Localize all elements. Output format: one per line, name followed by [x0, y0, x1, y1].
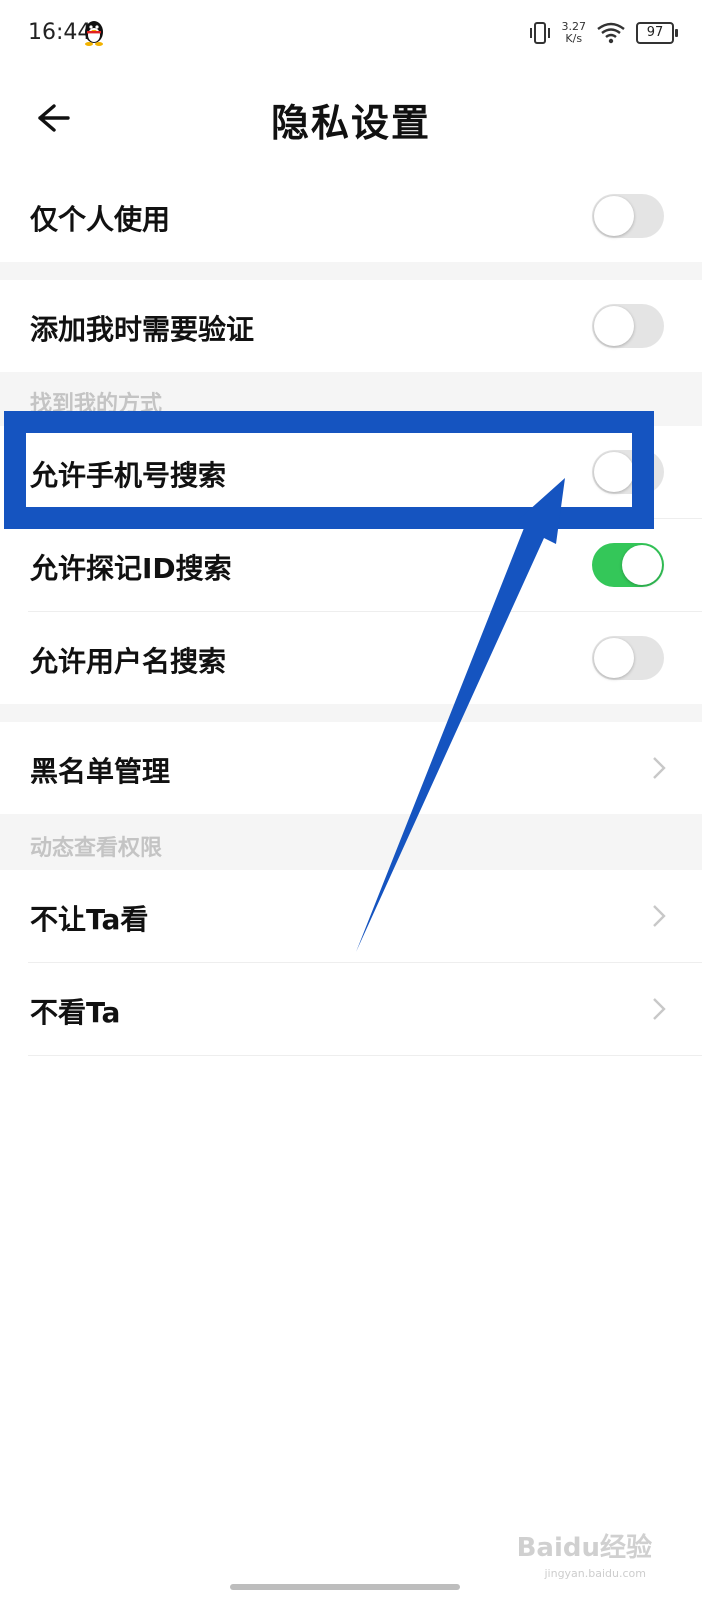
- setting-blacklist[interactable]: 黑名单管理: [0, 722, 702, 814]
- section-gap: [0, 704, 702, 722]
- verify-add-toggle[interactable]: [592, 304, 664, 348]
- home-indicator[interactable]: [230, 1584, 460, 1590]
- status-icons: 3.27 K/s 97: [528, 18, 678, 48]
- chevron-right-icon: [653, 757, 666, 779]
- toggle-knob: [594, 196, 634, 236]
- setting-label: 黑名单管理: [30, 755, 171, 788]
- speed-unit: K/s: [565, 32, 583, 45]
- section-gap: [0, 262, 702, 280]
- qq-penguin-icon: [85, 21, 103, 46]
- vibrate-icon: [529, 22, 550, 44]
- setting-label: 允许用户名搜索: [30, 645, 227, 678]
- chevron-right-icon: [653, 998, 666, 1020]
- wifi-icon: [597, 22, 625, 44]
- toggle-knob: [622, 545, 662, 585]
- page-header: 隐私设置: [0, 64, 702, 174]
- feed-section-header: 动态查看权限: [0, 814, 702, 870]
- setting-id-search[interactable]: 允许探记ID搜索: [0, 519, 702, 611]
- toggle-knob: [594, 306, 634, 346]
- id-search-toggle[interactable]: [592, 543, 664, 587]
- setting-label: 添加我时需要验证: [30, 313, 255, 346]
- watermark-url: jingyan.baidu.com: [544, 1567, 646, 1580]
- page-title: 隐私设置: [270, 101, 431, 145]
- setting-dont-see[interactable]: 不看Ta: [0, 963, 702, 1055]
- divider: [28, 1055, 702, 1056]
- annotation-highlight-box: [4, 411, 654, 529]
- section-title: 动态查看权限: [30, 836, 163, 861]
- personal-only-toggle[interactable]: [592, 194, 664, 238]
- chevron-right-icon: [653, 905, 666, 927]
- setting-label: 不让Ta看: [30, 903, 149, 936]
- setting-username-search[interactable]: 允许用户名搜索: [0, 612, 702, 704]
- status-bar: 16:44 3.27 K/s 97: [0, 0, 702, 64]
- setting-dont-let-see[interactable]: 不让Ta看: [0, 870, 702, 962]
- setting-label: 允许探记ID搜索: [30, 552, 232, 585]
- baidu-watermark-logo: Baidu经验: [516, 1533, 652, 1563]
- battery-icon: 97: [636, 22, 678, 44]
- setting-label: 不看Ta: [30, 996, 121, 1029]
- username-search-toggle[interactable]: [592, 636, 664, 680]
- setting-label: 仅个人使用: [30, 203, 171, 236]
- setting-verify-add[interactable]: 添加我时需要验证: [0, 280, 702, 372]
- toggle-knob: [594, 638, 634, 678]
- network-speed: 3.27 K/s: [562, 21, 587, 45]
- setting-personal-only[interactable]: 仅个人使用: [0, 170, 702, 262]
